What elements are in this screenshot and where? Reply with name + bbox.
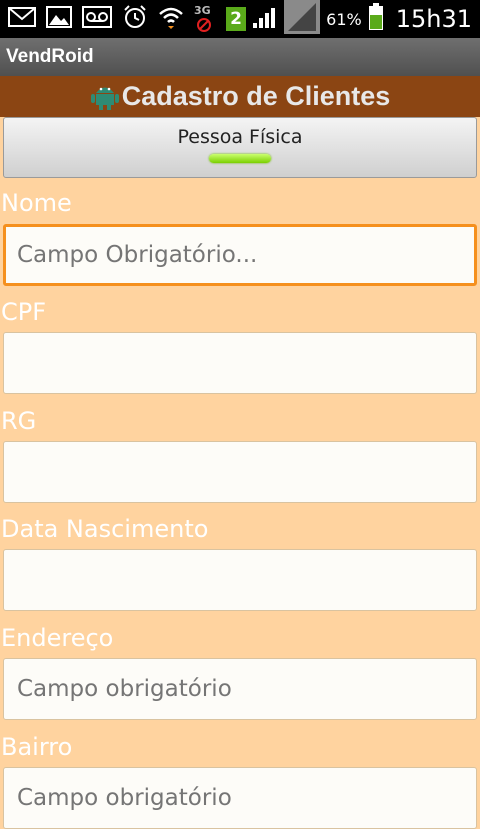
data-nascimento-input[interactable] <box>3 549 477 611</box>
bairro-label: Bairro <box>1 733 73 761</box>
battery-icon <box>368 3 384 35</box>
cpf-input[interactable] <box>3 332 477 394</box>
form-title: Cadastro de Clientes <box>121 81 391 111</box>
clock: 15h31 <box>395 5 472 33</box>
app-title: VendRoid <box>6 46 94 67</box>
signal-strength-icon <box>252 5 278 33</box>
status-bar: 3G 2 61% 15h31 <box>0 0 480 38</box>
toggle-label: Pessoa Física <box>177 126 303 148</box>
alarm-icon <box>122 4 148 34</box>
voicemail-icon <box>82 6 112 32</box>
battery-percent: 61% <box>326 9 362 29</box>
person-type-toggle-button[interactable]: Pessoa Física <box>3 117 477 178</box>
toggle-on-indicator <box>209 154 271 163</box>
notification-count-badge: 2 <box>226 7 246 31</box>
image-icon <box>46 6 72 32</box>
3g-no-data-icon: 3G <box>194 4 216 34</box>
mail-icon <box>8 6 36 32</box>
endereco-input[interactable] <box>3 658 477 720</box>
cpf-label: CPF <box>1 298 47 326</box>
rg-input[interactable] <box>3 441 477 503</box>
wifi-icon <box>158 5 184 33</box>
data-nascimento-label: Data Nascimento <box>1 515 209 543</box>
system-indicators: 61% 15h31 <box>252 0 472 38</box>
notification-icons: 3G 2 <box>8 4 246 34</box>
endereco-label: Endereço <box>1 624 114 652</box>
nome-label: Nome <box>1 189 72 217</box>
signal-disabled-icon <box>284 0 321 38</box>
form-header: Cadastro de Clientes <box>0 76 480 117</box>
rg-label: RG <box>1 407 37 435</box>
nome-input[interactable] <box>3 224 477 286</box>
bairro-input[interactable] <box>3 767 477 829</box>
app-title-bar: VendRoid <box>0 38 480 76</box>
android-robot-icon <box>90 80 120 114</box>
